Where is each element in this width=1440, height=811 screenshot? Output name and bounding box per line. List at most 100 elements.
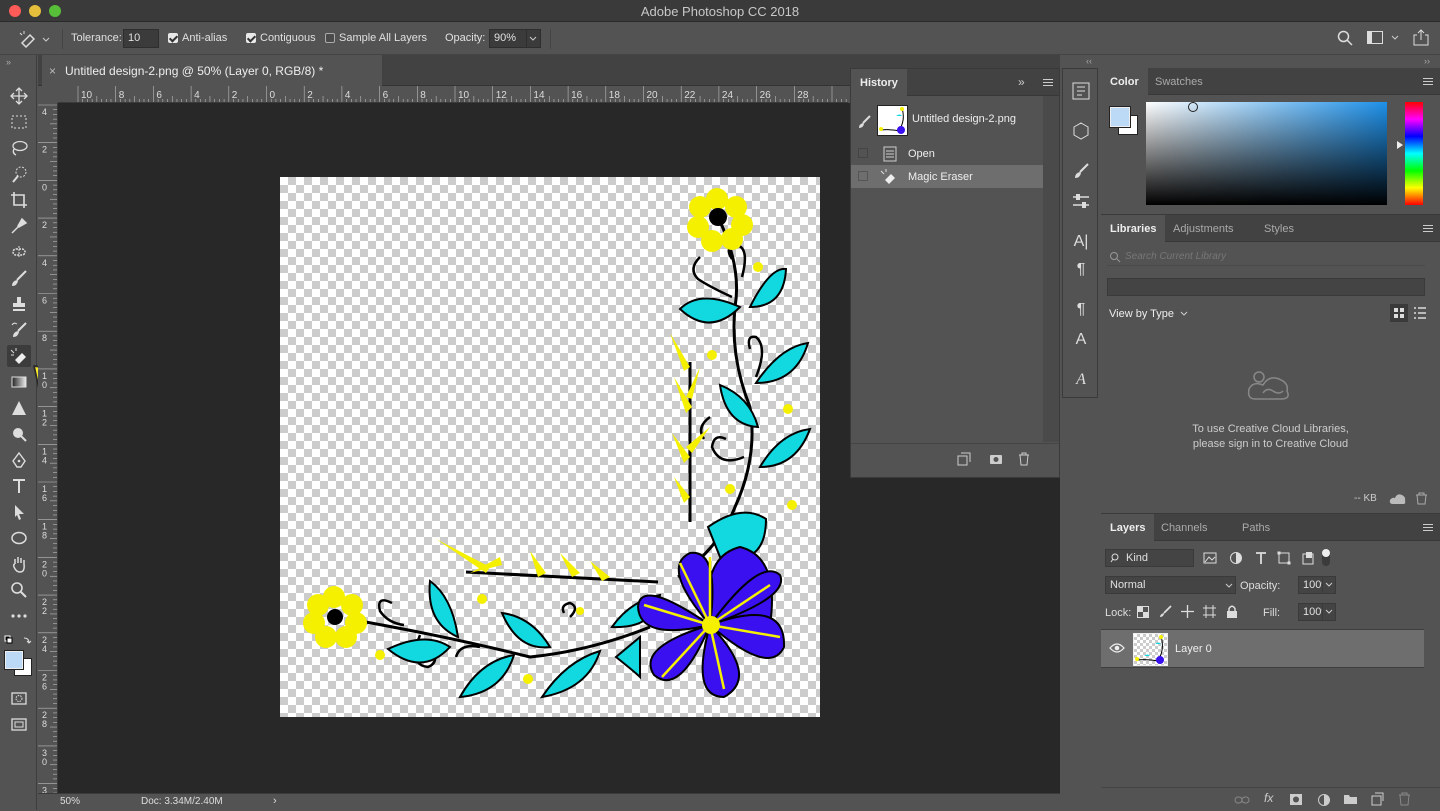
close-tab-icon[interactable]: × <box>49 64 56 78</box>
opacity-input[interactable]: 90% <box>489 29 527 48</box>
move-tool[interactable] <box>7 85 31 107</box>
collapse-panel-icon[interactable]: » <box>6 57 11 67</box>
filter-toggle[interactable] <box>1322 549 1330 566</box>
zoom-level[interactable]: 50% <box>60 796 80 807</box>
tab-layers[interactable]: Layers <box>1101 514 1155 541</box>
library-search[interactable]: Search Current Library <box>1107 248 1425 266</box>
folder-icon[interactable] <box>1343 793 1358 805</box>
tab-color[interactable]: Color <box>1101 68 1148 95</box>
history-panel-icon[interactable] <box>1071 81 1091 101</box>
hand-tool[interactable] <box>7 553 31 575</box>
trash-icon[interactable] <box>1415 492 1428 505</box>
horizontal-ruler[interactable]: 10 8 6 4 2 0 2 4 6 8 10 12 14 16 18 20 22 24 26 28 <box>58 86 848 103</box>
character-styles-icon[interactable]: A <box>1071 331 1091 351</box>
quick-selection-tool[interactable] <box>7 163 31 185</box>
hue-slider-handle[interactable] <box>1397 141 1403 149</box>
tolerance-input[interactable]: 10 <box>123 29 159 48</box>
tab-history[interactable]: History <box>851 69 907 96</box>
document-tab[interactable]: × Untitled design-2.png @ 50% (Layer 0, … <box>42 55 382 86</box>
link-layers-icon[interactable] <box>1234 794 1250 806</box>
layer-style-icon[interactable]: fx <box>1264 791 1273 805</box>
contiguous-checkbox[interactable] <box>246 33 256 43</box>
workspace-switcher[interactable] <box>1367 31 1401 48</box>
history-item-open[interactable]: Open <box>851 142 1043 165</box>
crop-tool[interactable] <box>7 189 31 211</box>
new-document-from-state-icon[interactable] <box>957 452 971 466</box>
tab-styles[interactable]: Styles <box>1255 215 1303 242</box>
dodge-tool[interactable] <box>7 423 31 445</box>
list-icon[interactable] <box>1413 306 1427 320</box>
document-canvas[interactable] <box>280 177 820 717</box>
image-filter-icon[interactable] <box>1203 552 1217 564</box>
tab-swatches[interactable]: Swatches <box>1146 68 1212 95</box>
history-item-magic-eraser[interactable]: Magic Eraser <box>851 165 1043 188</box>
search-button[interactable] <box>1337 30 1353 49</box>
blend-mode-dropdown[interactable]: Normal <box>1105 576 1236 594</box>
layers-scrollbar[interactable] <box>1424 629 1440 789</box>
smart-object-filter-icon[interactable] <box>1301 551 1315 565</box>
share-button[interactable] <box>1413 29 1429 49</box>
chevron-right-icon[interactable]: › <box>273 795 277 807</box>
shape-filter-icon[interactable] <box>1277 551 1291 565</box>
trash-icon[interactable] <box>1017 452 1031 466</box>
blur-tool[interactable] <box>7 397 31 419</box>
3d-panel-icon[interactable] <box>1071 121 1091 141</box>
tab-adjustments[interactable]: Adjustments <box>1164 215 1243 242</box>
layer-row[interactable]: Layer 0 <box>1101 629 1424 668</box>
history-brush-tool[interactable] <box>7 319 31 341</box>
color-field[interactable] <box>1146 102 1387 205</box>
lock-transparent-icon[interactable] <box>1137 606 1149 618</box>
layer-mask-icon[interactable] <box>1289 793 1303 806</box>
eye-icon[interactable] <box>1109 642 1125 654</box>
history-scrollbar[interactable] <box>1043 96 1059 442</box>
opacity-dropdown[interactable] <box>526 29 541 48</box>
panel-menu-icon[interactable] <box>1423 225 1433 232</box>
default-colors-button[interactable] <box>4 635 34 647</box>
healing-brush-tool[interactable] <box>7 241 31 263</box>
collapse-icon[interactable]: ‹‹ <box>1086 56 1092 66</box>
pen-tool[interactable] <box>7 449 31 471</box>
lock-position-icon[interactable] <box>1181 605 1194 618</box>
brush-settings-icon[interactable] <box>1071 161 1091 181</box>
path-selection-tool[interactable] <box>7 501 31 523</box>
brush-tool[interactable] <box>7 267 31 289</box>
sample-all-layers-checkbox[interactable] <box>325 33 335 43</box>
vertical-ruler[interactable]: 4202468101214161820222426283032 <box>38 103 58 793</box>
expand-icon[interactable]: ›› <box>1424 56 1430 66</box>
magic-eraser-tool[interactable] <box>7 345 31 367</box>
type-filter-icon[interactable] <box>1254 551 1268 565</box>
lock-artboard-icon[interactable] <box>1203 605 1216 618</box>
tab-channels[interactable]: Channels <box>1152 514 1216 541</box>
camera-icon[interactable] <box>989 452 1003 466</box>
panel-menu-icon[interactable] <box>1423 78 1433 85</box>
anti-alias-checkbox[interactable] <box>168 33 178 43</box>
lock-pixels-icon[interactable] <box>1159 605 1172 618</box>
adjustment-filter-icon[interactable] <box>1229 551 1243 565</box>
more-tools-button[interactable] <box>7 605 31 627</box>
screen-mode-button[interactable] <box>7 713 31 735</box>
clone-stamp-tool[interactable] <box>7 293 31 315</box>
trash-icon[interactable] <box>1398 792 1411 806</box>
panel-menu-icon[interactable] <box>1423 524 1433 531</box>
lasso-tool[interactable] <box>7 137 31 159</box>
character-panel-icon[interactable]: A| <box>1071 233 1091 253</box>
new-layer-icon[interactable] <box>1371 792 1384 806</box>
quick-mask-button[interactable] <box>7 687 31 709</box>
color-picker-cursor[interactable] <box>1188 102 1198 112</box>
paragraph-styles-icon[interactable]: ¶ <box>1071 301 1091 321</box>
foreground-color-chip[interactable] <box>1109 106 1131 128</box>
library-select[interactable] <box>1107 278 1425 296</box>
grid-view-button[interactable] <box>1390 304 1408 322</box>
marquee-tool[interactable] <box>7 111 31 133</box>
history-snapshot[interactable]: Untitled design-2.png <box>851 102 1043 142</box>
history-checkbox[interactable] <box>858 148 868 158</box>
zoom-tool[interactable] <box>7 579 31 601</box>
lock-all-icon[interactable] <box>1226 605 1238 618</box>
ruler-origin[interactable] <box>38 86 58 103</box>
tab-libraries[interactable]: Libraries <box>1101 215 1166 242</box>
adjustments-icon[interactable] <box>1071 191 1091 211</box>
layer-name[interactable]: Layer 0 <box>1175 643 1212 655</box>
layer-opacity-dropdown[interactable] <box>1322 576 1336 594</box>
eyedropper-tool[interactable] <box>7 215 31 237</box>
collapse-icon[interactable]: » <box>1018 75 1025 89</box>
